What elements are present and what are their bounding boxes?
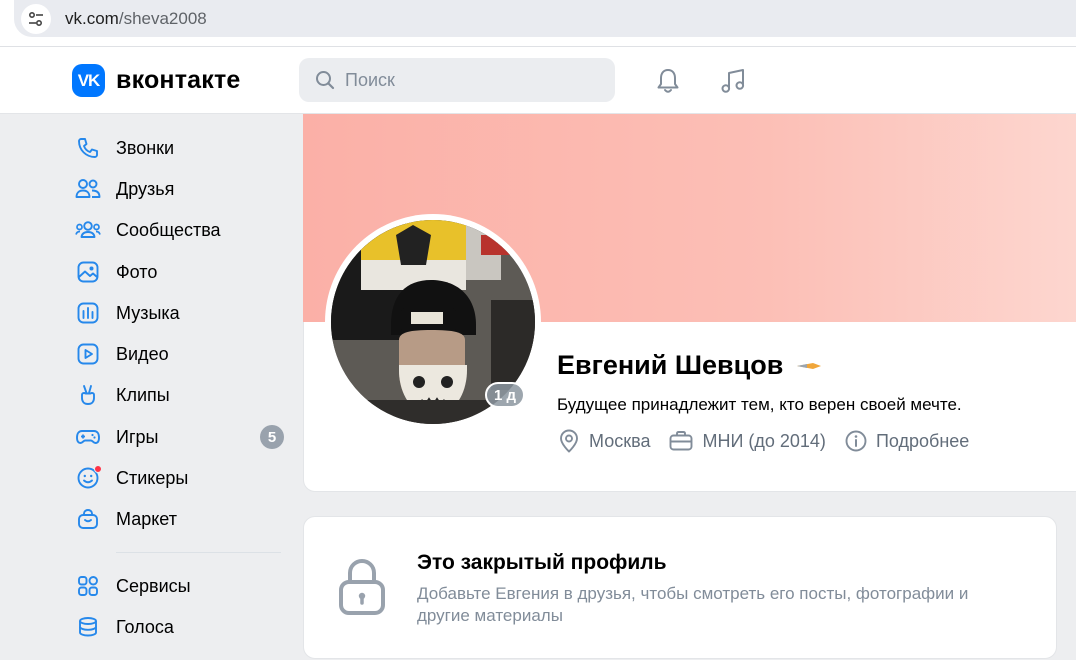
sidebar-item-label: Видео bbox=[116, 343, 169, 364]
music-note-icon[interactable] bbox=[719, 67, 747, 95]
sidebar-item-stickers[interactable]: Стикеры bbox=[74, 460, 286, 496]
vk-logo-icon: VK bbox=[72, 64, 105, 97]
sidebar-item-label: Звонки bbox=[116, 137, 175, 158]
video-icon bbox=[74, 340, 102, 368]
closed-profile-title: Это закрытый профиль bbox=[417, 551, 667, 574]
search-input[interactable] bbox=[345, 69, 585, 91]
sidebar-item-calls[interactable]: Звонки bbox=[74, 130, 286, 166]
phone-icon bbox=[74, 134, 102, 162]
vk-logo-text: вконтакте bbox=[116, 66, 241, 94]
briefcase-icon bbox=[670, 431, 693, 451]
sidebar-item-label: Голоса bbox=[116, 616, 174, 637]
browser-address-bar: vk.com/sheva2008 bbox=[0, 0, 1076, 46]
profile-status: Будущее принадлежит тем, кто верен своей… bbox=[557, 395, 962, 414]
profile-name: Евгений Шевцов bbox=[557, 350, 784, 380]
profile-info-row: Москва МНИ (до 2014) Подробнее bbox=[557, 428, 987, 454]
profile-more-button[interactable]: Подробнее bbox=[844, 429, 969, 453]
site-info-icon[interactable] bbox=[21, 3, 51, 34]
sidebar-item-label: Музыка bbox=[116, 302, 180, 323]
games-count-badge: 5 bbox=[260, 425, 284, 449]
bell-icon[interactable] bbox=[654, 67, 682, 95]
services-icon bbox=[74, 572, 102, 600]
sidebar-divider bbox=[116, 552, 281, 553]
clips-icon bbox=[74, 381, 102, 409]
games-icon bbox=[74, 423, 102, 451]
vk-header: VK вконтакте bbox=[0, 46, 1076, 114]
sidebar-item-video[interactable]: Видео bbox=[74, 336, 286, 372]
location-pin-icon bbox=[560, 429, 578, 453]
url-bar[interactable]: vk.com/sheva2008 bbox=[14, 0, 1076, 37]
sidebar-item-friends[interactable]: Друзья bbox=[74, 171, 286, 207]
communities-icon bbox=[74, 216, 102, 244]
search-icon bbox=[316, 71, 335, 90]
sidebar-item-label: Друзья bbox=[116, 178, 175, 199]
closed-profile-description: Добавьте Евгения в друзья, чтобы смотрет… bbox=[417, 584, 969, 625]
photo-icon bbox=[74, 258, 102, 286]
url-text[interactable]: vk.com/sheva2008 bbox=[65, 9, 207, 29]
sidebar-item-label: Фото bbox=[116, 261, 158, 282]
sidebar-item-communities[interactable]: Сообщества bbox=[74, 212, 286, 248]
notification-dot bbox=[94, 465, 102, 473]
vk-logo[interactable]: VK вконтакте bbox=[72, 64, 241, 97]
sidebar-item-label: Сообщества bbox=[116, 219, 221, 240]
info-icon bbox=[845, 430, 867, 452]
sidebar-item-photos[interactable]: Фото bbox=[74, 254, 286, 290]
sidebar-item-votes[interactable]: Голоса bbox=[74, 609, 286, 645]
sidebar-item-music[interactable]: Музыка bbox=[74, 295, 286, 331]
votes-icon bbox=[74, 613, 102, 641]
sidebar-item-label: Клипы bbox=[116, 384, 170, 405]
sidebar-item-label: Стикеры bbox=[116, 467, 189, 488]
sidebar-item-services[interactable]: Сервисы bbox=[74, 568, 286, 604]
profile-city[interactable]: Москва bbox=[557, 428, 650, 454]
sidebar-item-label: Сервисы bbox=[116, 575, 191, 596]
lock-icon bbox=[339, 558, 385, 615]
stickers-icon bbox=[74, 464, 102, 492]
market-icon bbox=[74, 505, 102, 533]
sidebar-item-market[interactable]: Маркет bbox=[74, 501, 286, 537]
profile-name-row: Евгений Шевцов bbox=[557, 350, 823, 381]
sidebar-item-clips[interactable]: Клипы bbox=[74, 377, 286, 413]
sidebar-item-label: Игры bbox=[116, 426, 159, 447]
friends-icon bbox=[74, 175, 102, 203]
search-box[interactable] bbox=[299, 58, 615, 102]
profile-education[interactable]: МНИ (до 2014) bbox=[668, 429, 826, 453]
sidebar-item-label: Маркет bbox=[116, 508, 177, 529]
sidebar-item-games[interactable]: Игры 5 bbox=[74, 419, 286, 455]
last-seen-badge: 1 д bbox=[485, 382, 525, 408]
music-icon bbox=[74, 299, 102, 327]
status-emoji-icon bbox=[795, 359, 823, 373]
